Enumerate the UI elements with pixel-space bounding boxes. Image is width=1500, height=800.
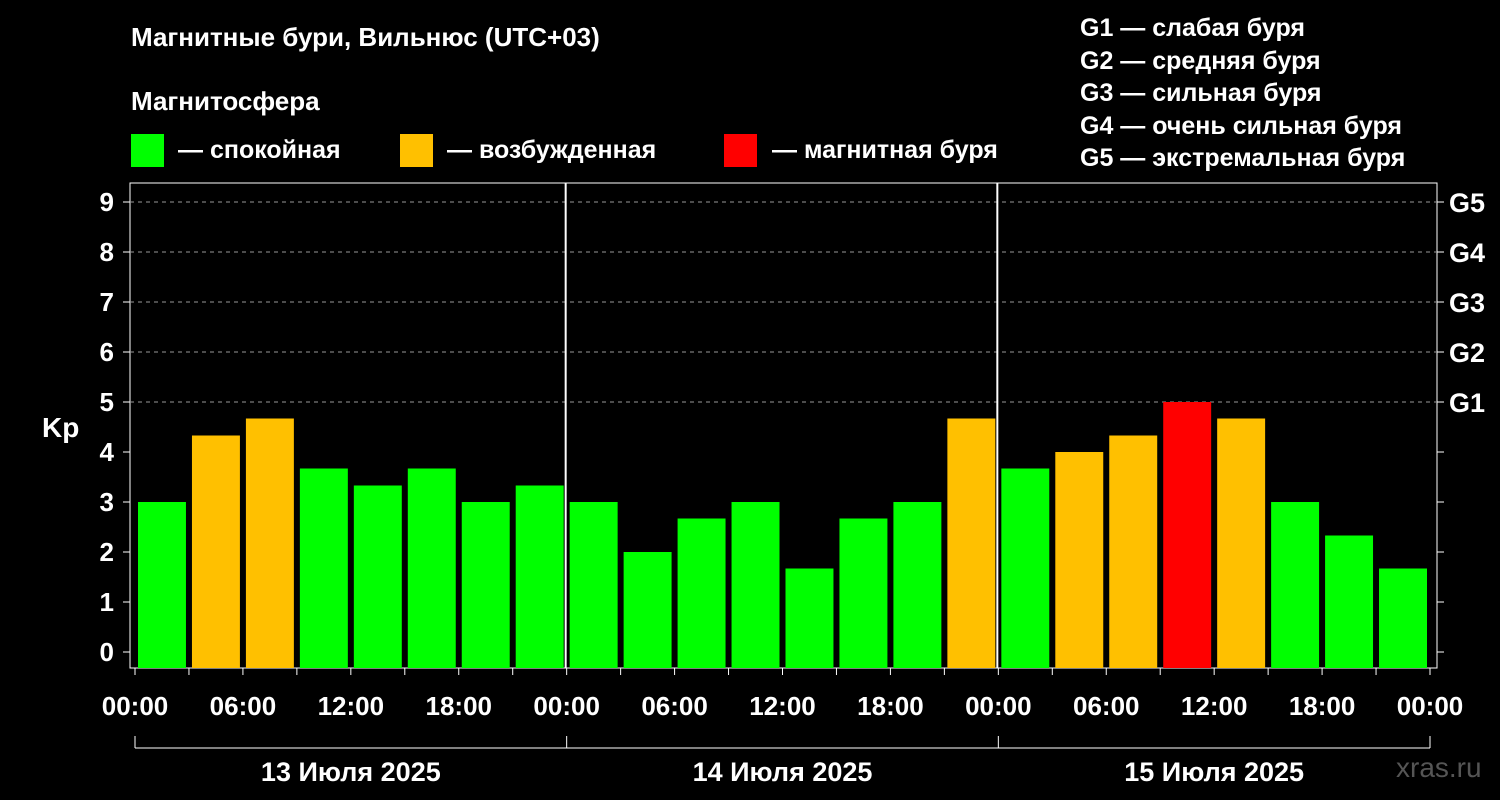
kp-bar (1271, 502, 1320, 668)
kp-bar (299, 468, 348, 668)
kp-bar (1001, 468, 1050, 668)
x-tick-label: 00:00 (965, 691, 1032, 721)
kp-bar (1055, 452, 1104, 668)
right-tick-label: G2 (1449, 338, 1485, 368)
right-tick-label: G3 (1449, 288, 1485, 318)
kp-bar (138, 502, 186, 668)
kp-bar (245, 418, 294, 668)
kp-bar (515, 485, 564, 668)
day-label: 15 Июля 2025 (1124, 757, 1304, 787)
kp-bar (731, 502, 780, 668)
kp-bar (677, 518, 726, 668)
kp-bar (191, 435, 240, 668)
y-tick-label: 8 (100, 237, 114, 267)
kp-bar (623, 552, 672, 668)
kp-bar (1109, 435, 1158, 668)
y-tick-label: 3 (100, 487, 114, 517)
kp-bar-chart: 0 1 2 3 4 5 6 7 8 9 G1 G2 G3 G4 G5 00:00 06:00 12:00 18:00… (100, 182, 1485, 787)
y-tick-label: 2 (100, 537, 114, 567)
x-tick-label: 18:00 (426, 691, 493, 721)
x-tick-label: 06:00 (210, 691, 277, 721)
kp-bar (1217, 418, 1266, 668)
x-tick-label: 00:00 (1397, 691, 1464, 721)
right-tick-label: G5 (1449, 188, 1485, 218)
kp-bar (785, 568, 834, 668)
day-label: 13 Июля 2025 (261, 757, 441, 787)
x-tick-label: 18:00 (1289, 691, 1356, 721)
x-tick-label: 00:00 (533, 691, 600, 721)
kp-bar (1163, 402, 1212, 668)
kp-bar (569, 502, 618, 668)
x-tick-label: 06:00 (641, 691, 708, 721)
right-tick-label: G1 (1449, 388, 1485, 418)
x-tick-label: 06:00 (1073, 691, 1140, 721)
x-tick-label: 12:00 (749, 691, 816, 721)
x-tick-label: 00:00 (102, 691, 169, 721)
watermark: xras.ru (1396, 752, 1482, 783)
y-tick-label: 7 (100, 287, 114, 317)
kp-bar (839, 518, 888, 668)
x-tick-label: 18:00 (857, 691, 924, 721)
kp-bar (461, 502, 510, 668)
right-tick-label: G4 (1449, 238, 1485, 268)
y-tick-label: 5 (100, 387, 114, 417)
kp-bar (947, 418, 996, 668)
day-label: 14 Июля 2025 (693, 757, 873, 787)
y-tick-label: 0 (100, 637, 114, 667)
y-tick-label: 9 (100, 187, 114, 217)
x-tick-label: 12:00 (1181, 691, 1248, 721)
kp-bar (353, 485, 402, 668)
x-tick-label: 12:00 (318, 691, 385, 721)
kp-bar (893, 502, 942, 668)
y-tick-label: 1 (100, 587, 114, 617)
kp-bar (407, 468, 456, 668)
y-tick-label: 6 (100, 337, 114, 367)
kp-bar (1325, 535, 1374, 668)
y-tick-label: 4 (100, 437, 115, 467)
kp-bar (1379, 568, 1427, 668)
